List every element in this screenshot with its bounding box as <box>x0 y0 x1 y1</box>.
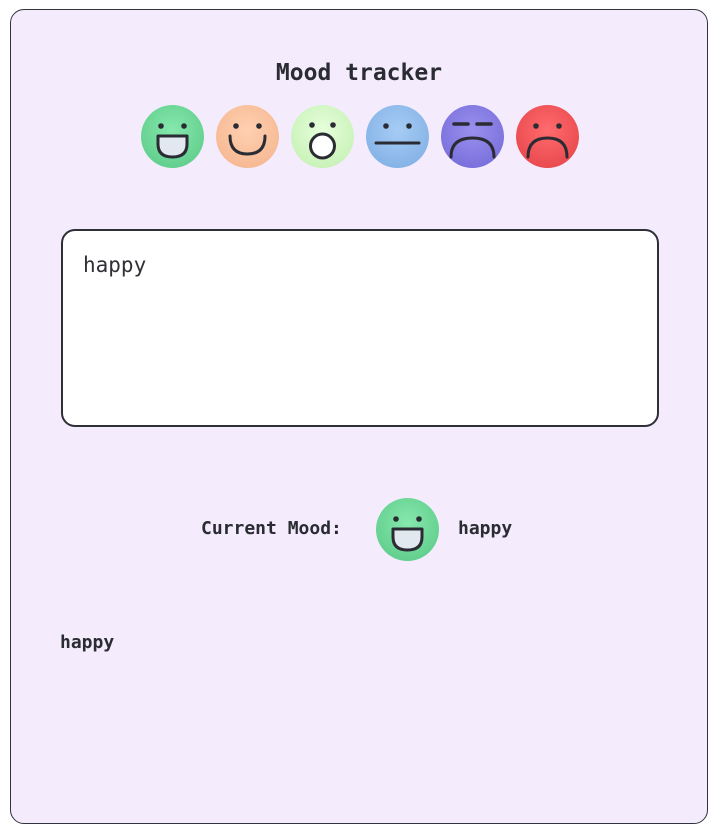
mood-neutral-button[interactable] <box>366 105 429 168</box>
current-mood-label: Current Mood: <box>201 518 342 539</box>
page-title: Mood tracker <box>275 60 443 86</box>
current-mood-face <box>376 498 439 561</box>
smile-face-icon <box>216 105 279 168</box>
grin-face-icon <box>376 498 439 561</box>
annoyed-face-icon <box>441 105 504 168</box>
mood-annoyed-button[interactable] <box>441 105 504 168</box>
current-mood-value: happy <box>458 518 513 539</box>
mood-tracker-card: Mood tracker happy Current Mood: happy h… <box>10 9 708 824</box>
sad-face-icon <box>516 105 579 168</box>
mood-log-entry: happy <box>60 632 115 653</box>
neutral-face-icon <box>366 105 429 168</box>
mood-content-button[interactable] <box>216 105 279 168</box>
current-mood-row: Current Mood: happy <box>201 498 541 561</box>
mood-sad-button[interactable] <box>516 105 579 168</box>
mood-happy-button[interactable] <box>141 105 204 168</box>
grin-face-icon <box>141 105 204 168</box>
mood-surprised-button[interactable] <box>291 105 354 168</box>
mood-text-input[interactable] <box>61 229 659 427</box>
surprised-face-icon <box>291 105 354 168</box>
mood-selector <box>141 105 581 169</box>
